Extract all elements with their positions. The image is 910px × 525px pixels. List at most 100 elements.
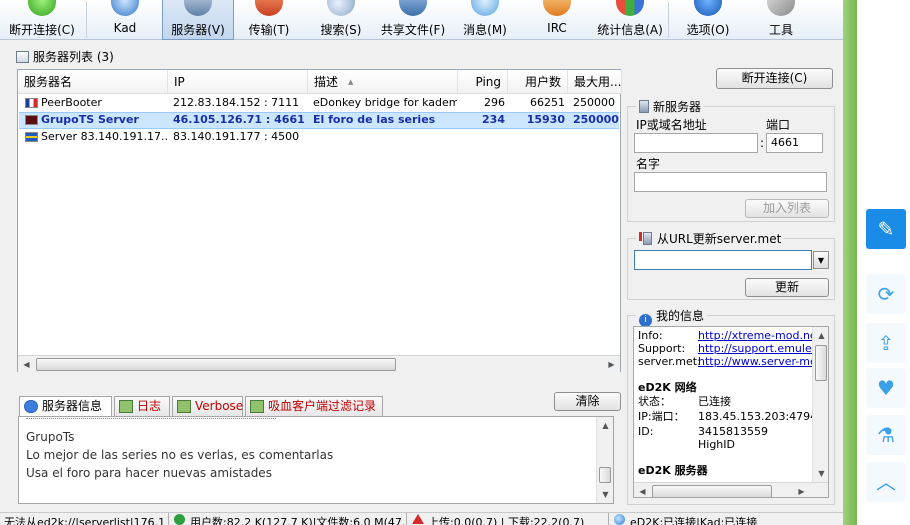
server-list-hscrollbar[interactable]: ◀ ▶: [18, 355, 620, 372]
port-separator: :: [760, 136, 765, 150]
toolbar-disconnect-button[interactable]: 断开连接(C): [0, 0, 84, 40]
scrollbar-thumb[interactable]: [599, 467, 611, 483]
scroll-down-icon[interactable]: ▼: [598, 487, 613, 502]
info-link-row: server.met: http://www.server-me: [638, 355, 817, 368]
toolbar-label: 搜索(S): [320, 23, 362, 37]
toolbar-servers-button[interactable]: 服务器(V): [162, 0, 234, 40]
toolbar-messages-button[interactable]: 消息(M): [452, 0, 518, 40]
info-link-key: Info:: [638, 329, 663, 342]
edit-icon[interactable]: ✎: [866, 209, 906, 249]
scroll-up-icon[interactable]: ▲: [814, 328, 828, 343]
refresh-icon[interactable]: ⟳: [866, 274, 906, 314]
toolbar-search-button[interactable]: 搜索(S): [306, 0, 376, 40]
scrollbar-thumb[interactable]: [36, 358, 396, 371]
share-icon[interactable]: ⇪: [866, 323, 906, 363]
update-servermet-title-text: 从URL更新server.met: [657, 232, 782, 246]
flag-sweden-icon: [25, 132, 38, 142]
update-servermet-title: 从URL更新server.met: [636, 230, 785, 247]
lab-icon[interactable]: ⚗: [866, 415, 906, 455]
column-header-name[interactable]: 服务器名: [18, 70, 168, 94]
server-info-log[interactable]: GrupoTs Lo mejor de las series no es ver…: [18, 416, 614, 504]
toolbar-label: 传输(T): [248, 23, 290, 37]
irc-icon: [543, 0, 571, 16]
info-link-row: Support: http://support.emule-w: [638, 342, 825, 355]
disconnect-button[interactable]: 断开连接(C): [716, 68, 833, 89]
server-ping: 234: [482, 113, 505, 126]
log-line: Usa el foro para hacer nuevas amistades: [26, 466, 272, 480]
tab-verbose[interactable]: Verbose: [172, 396, 243, 416]
toolbar-label: Kad: [113, 21, 137, 35]
column-header-max-users[interactable]: 最大用...: [568, 70, 622, 94]
server-address-input[interactable]: [634, 133, 758, 153]
update-button[interactable]: 更新: [745, 278, 829, 297]
scroll-right-icon[interactable]: ▶: [794, 484, 809, 497]
scroll-up-icon[interactable]: ▲: [598, 418, 613, 433]
toolbar-tools-button[interactable]: 工具: [748, 0, 814, 40]
server-name: Server 83.140.191.17...: [41, 130, 167, 143]
table-row-selected[interactable]: GrupoTS Server 46.105.126.71 : 4661 El f…: [19, 112, 619, 129]
column-header-ip[interactable]: IP: [168, 70, 308, 94]
servermet-url-input[interactable]: [634, 250, 812, 270]
server-ip: 83.140.191.177 : 4500: [173, 130, 300, 143]
server-users: 15930: [526, 113, 565, 126]
log-vscrollbar[interactable]: ▲ ▼: [596, 417, 613, 503]
table-row[interactable]: PeerBooter 212.83.184.152 : 7111 eDonkey…: [19, 95, 619, 112]
toolbar-shared-files-button[interactable]: 共享文件(F): [378, 0, 448, 40]
verbose-icon: [177, 400, 191, 413]
status-transfer: 上传:0.0(0.7) | 下载:22.2(0.7): [428, 516, 585, 525]
clear-log-button[interactable]: 清除: [554, 392, 621, 411]
port-input[interactable]: 4661: [766, 133, 823, 153]
scroll-right-icon[interactable]: ▶: [604, 357, 619, 372]
column-header-users[interactable]: 用户数: [508, 70, 568, 94]
toolbar-label: 统计信息(A): [597, 23, 663, 37]
column-header-ping[interactable]: Ping: [458, 70, 508, 94]
server-name: PeerBooter: [41, 96, 102, 109]
emule-window: 断开连接(C) Kad 服务器(V) 传输(T) 搜索(S) 共享文件(F) 消…: [0, 0, 843, 525]
sort-ascending-icon: ▲: [348, 78, 354, 86]
flag-france-icon: [25, 98, 38, 108]
table-row[interactable]: Server 83.140.191.17... 83.140.191.177 :…: [19, 129, 619, 146]
ed2k-server-heading: eD2K 服务器: [638, 464, 708, 477]
tab-log[interactable]: 日志: [114, 396, 170, 416]
status-bar: 无法从ed2k://|serverlist|176.103... 用户数:82.…: [0, 512, 843, 525]
my-info-title-text: 我的信息: [656, 309, 705, 323]
scrollbar-thumb[interactable]: [652, 485, 772, 497]
scroll-left-icon[interactable]: ◀: [635, 484, 650, 497]
statistics-icon: [616, 0, 644, 16]
leecher-filter-icon: [250, 400, 264, 413]
toolbar-irc-button[interactable]: IRC: [522, 0, 592, 40]
column-header-description[interactable]: 描述 ▲: [308, 70, 458, 94]
status-separator: [608, 513, 609, 525]
info-link[interactable]: http://xtreme-mod.net: [698, 329, 821, 342]
toolbar-options-button[interactable]: 选项(O): [672, 0, 744, 40]
servermet-link[interactable]: http://www.server-me: [698, 355, 817, 368]
messages-icon: [471, 0, 499, 16]
favorite-icon[interactable]: ♥: [866, 368, 906, 408]
support-link[interactable]: http://support.emule-w: [698, 342, 825, 355]
scrollbar-thumb[interactable]: [815, 345, 827, 381]
id-key: ID:: [638, 425, 654, 438]
new-server-title: 新服务器: [636, 98, 705, 115]
my-info-vscrollbar[interactable]: ▲ ▼: [812, 327, 828, 482]
my-info-hscrollbar[interactable]: ◀ ▶: [634, 482, 828, 497]
server-name-input[interactable]: [634, 172, 827, 192]
add-to-list-button[interactable]: 加入列表: [745, 199, 829, 218]
url-dropdown-arrow-icon[interactable]: ▼: [813, 251, 829, 269]
tools-icon: [767, 0, 795, 16]
toolbar-transfers-button[interactable]: 传输(T): [236, 0, 302, 40]
my-info-panel[interactable]: Info: http://xtreme-mod.net Support: htt…: [633, 326, 829, 498]
toolbar-kad-button[interactable]: Kad: [90, 0, 160, 40]
scroll-left-icon[interactable]: ◀: [19, 357, 34, 372]
toolbar-label: 共享文件(F): [380, 23, 446, 37]
toolbar-statistics-button[interactable]: 统计信息(A): [594, 0, 666, 40]
scroll-down-icon[interactable]: ▼: [814, 466, 828, 481]
ip-port-key: IP:端口：: [638, 410, 685, 423]
connection-icon: [28, 0, 56, 16]
server-list-table[interactable]: 服务器名 IP 描述 ▲ Ping 用户数 最大用... PeerBooter …: [17, 69, 622, 372]
tab-leecher-log[interactable]: 吸血客户端过滤记录: [245, 396, 383, 416]
up-icon[interactable]: ︿: [866, 462, 906, 502]
log-line: Lo mejor de las series no es verlas, es …: [26, 448, 334, 462]
tab-label: 日志: [137, 399, 162, 413]
main-toolbar: 断开连接(C) Kad 服务器(V) 传输(T) 搜索(S) 共享文件(F) 消…: [0, 0, 843, 40]
tab-server-info[interactable]: 服务器信息: [19, 396, 112, 417]
